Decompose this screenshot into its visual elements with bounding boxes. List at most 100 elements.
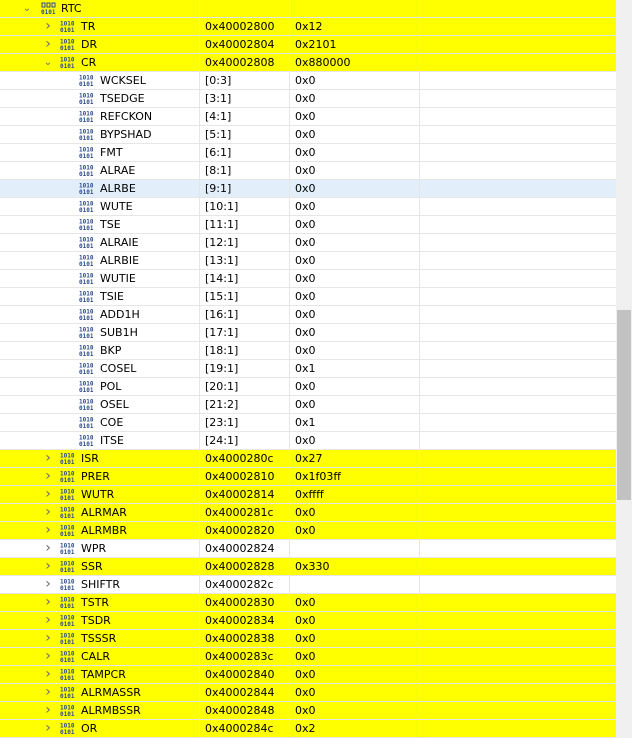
vertical-scrollbar[interactable] <box>616 0 632 738</box>
field-row[interactable]: 1010 0101 TSIE [15:1] 0x0 <box>0 288 616 306</box>
field-row[interactable]: 1010 0101 POL [20:1] 0x0 <box>0 378 616 396</box>
register-row[interactable]: ⌄ 1010 0101 CR 0x40002808 0x880000 <box>0 54 616 72</box>
register-row[interactable]: › 1010 0101 ALRMAR 0x4000281c 0x0 <box>0 504 616 522</box>
value-cell[interactable]: 0x0 <box>290 198 420 215</box>
value-cell[interactable]: 0x0 <box>290 648 420 665</box>
value-cell[interactable]: 0x0 <box>290 324 420 341</box>
field-row[interactable]: 1010 0101 SUB1H [17:1] 0x0 <box>0 324 616 342</box>
field-row[interactable]: 1010 0101 OSEL [21:2] 0x0 <box>0 396 616 414</box>
register-row[interactable]: › 1010 0101 ALRMBR 0x40002820 0x0 <box>0 522 616 540</box>
value-cell[interactable]: 0x0 <box>290 612 420 629</box>
tree-row-root[interactable]: ⌄ 0101 RTC <box>0 0 616 18</box>
value-cell[interactable]: 0x2101 <box>290 36 420 53</box>
register-row[interactable]: › 1010 0101 TR 0x40002800 0x12 <box>0 18 616 36</box>
value-cell[interactable]: 0x2 <box>290 720 420 737</box>
value-cell[interactable]: 0x27 <box>290 450 420 467</box>
register-row[interactable]: › 1010 0101 TSDR 0x40002834 0x0 <box>0 612 616 630</box>
value-cell[interactable]: 0x1 <box>290 414 420 431</box>
value-cell[interactable] <box>290 576 420 593</box>
value-cell[interactable]: 0xffff <box>290 486 420 503</box>
field-row[interactable]: 1010 0101 ALRBE [9:1] 0x0 <box>0 180 616 198</box>
value-cell[interactable]: 0x0 <box>290 702 420 719</box>
chevron-down-icon[interactable]: ⌄ <box>22 0 32 17</box>
value-cell[interactable]: 0x880000 <box>290 54 420 71</box>
register-row[interactable]: › 1010 0101 SSR 0x40002828 0x330 <box>0 558 616 576</box>
chevron-right-icon[interactable]: › <box>43 504 53 521</box>
field-row[interactable]: 1010 0101 ALRBIE [13:1] 0x0 <box>0 252 616 270</box>
chevron-right-icon[interactable]: › <box>43 558 53 575</box>
value-cell[interactable]: 0x0 <box>290 108 420 125</box>
value-cell[interactable]: 0x0 <box>290 216 420 233</box>
value-cell[interactable]: 0x0 <box>290 288 420 305</box>
chevron-right-icon[interactable]: › <box>43 720 53 737</box>
value-cell[interactable]: 0x12 <box>290 18 420 35</box>
value-cell[interactable]: 0x0 <box>290 234 420 251</box>
chevron-right-icon[interactable]: › <box>43 540 53 557</box>
field-row[interactable]: 1010 0101 WUTE [10:1] 0x0 <box>0 198 616 216</box>
register-row[interactable]: › 1010 0101 WUTR 0x40002814 0xffff <box>0 486 616 504</box>
field-row[interactable]: 1010 0101 WUTIE [14:1] 0x0 <box>0 270 616 288</box>
register-row[interactable]: › 1010 0101 ALRMBSSR 0x40002848 0x0 <box>0 702 616 720</box>
chevron-right-icon[interactable]: › <box>43 630 53 647</box>
field-row[interactable]: 1010 0101 TSEDGE [3:1] 0x0 <box>0 90 616 108</box>
value-cell[interactable]: 0x0 <box>290 630 420 647</box>
chevron-right-icon[interactable]: › <box>43 36 53 53</box>
register-row[interactable]: › 1010 0101 DR 0x40002804 0x2101 <box>0 36 616 54</box>
value-cell[interactable]: 0x0 <box>290 162 420 179</box>
field-row[interactable]: 1010 0101 WCKSEL [0:3] 0x0 <box>0 72 616 90</box>
field-row[interactable]: 1010 0101 ITSE [24:1] 0x0 <box>0 432 616 450</box>
value-cell[interactable]: 0x0 <box>290 684 420 701</box>
register-row[interactable]: › 1010 0101 TSTR 0x40002830 0x0 <box>0 594 616 612</box>
chevron-right-icon[interactable]: › <box>43 648 53 665</box>
field-row[interactable]: 1010 0101 COSEL [19:1] 0x1 <box>0 360 616 378</box>
register-row[interactable]: › 1010 0101 ALRMASSR 0x40002844 0x0 <box>0 684 616 702</box>
field-row[interactable]: 1010 0101 ADD1H [16:1] 0x0 <box>0 306 616 324</box>
chevron-right-icon[interactable]: › <box>43 18 53 35</box>
field-row[interactable]: 1010 0101 BKP [18:1] 0x0 <box>0 342 616 360</box>
register-row[interactable]: › 1010 0101 TAMPCR 0x40002840 0x0 <box>0 666 616 684</box>
chevron-right-icon[interactable]: › <box>43 522 53 539</box>
field-row[interactable]: 1010 0101 COE [23:1] 0x1 <box>0 414 616 432</box>
register-row[interactable]: › 1010 0101 TSSSR 0x40002838 0x0 <box>0 630 616 648</box>
value-cell[interactable]: 0x0 <box>290 72 420 89</box>
chevron-right-icon[interactable]: › <box>43 702 53 719</box>
value-cell[interactable]: 0x0 <box>290 378 420 395</box>
chevron-right-icon[interactable]: › <box>43 468 53 485</box>
chevron-right-icon[interactable]: › <box>43 684 53 701</box>
value-cell[interactable]: 0x1f03ff <box>290 468 420 485</box>
field-row[interactable]: 1010 0101 BYPSHAD [5:1] 0x0 <box>0 126 616 144</box>
value-cell[interactable]: 0x0 <box>290 432 420 449</box>
value-cell[interactable]: 0x1 <box>290 360 420 377</box>
value-cell[interactable]: 0x0 <box>290 594 420 611</box>
value-cell[interactable]: 0x0 <box>290 342 420 359</box>
register-row[interactable]: › 1010 0101 PRER 0x40002810 0x1f03ff <box>0 468 616 486</box>
value-cell[interactable]: 0x0 <box>290 126 420 143</box>
value-cell[interactable]: 0x0 <box>290 270 420 287</box>
register-row[interactable]: › 1010 0101 OR 0x4000284c 0x2 <box>0 720 616 738</box>
value-cell[interactable]: 0x0 <box>290 144 420 161</box>
chevron-right-icon[interactable]: › <box>43 666 53 683</box>
chevron-right-icon[interactable]: › <box>43 576 53 593</box>
value-cell[interactable]: 0x0 <box>290 666 420 683</box>
register-row[interactable]: › 1010 0101 WPR 0x40002824 <box>0 540 616 558</box>
scrollbar-thumb[interactable] <box>617 310 631 500</box>
value-cell[interactable]: 0x0 <box>290 180 420 197</box>
register-row[interactable]: › 1010 0101 CALR 0x4000283c 0x0 <box>0 648 616 666</box>
value-cell[interactable]: 0x0 <box>290 504 420 521</box>
chevron-down-icon[interactable]: ⌄ <box>43 54 53 71</box>
register-row[interactable]: › 1010 0101 SHIFTR 0x4000282c <box>0 576 616 594</box>
value-cell[interactable] <box>290 540 420 557</box>
value-cell[interactable]: 0x0 <box>290 90 420 107</box>
value-cell[interactable]: 0x0 <box>290 522 420 539</box>
value-cell[interactable]: 0x330 <box>290 558 420 575</box>
field-row[interactable]: 1010 0101 TSE [11:1] 0x0 <box>0 216 616 234</box>
chevron-right-icon[interactable]: › <box>43 612 53 629</box>
value-cell[interactable]: 0x0 <box>290 396 420 413</box>
register-row[interactable]: › 1010 0101 ISR 0x4000280c 0x27 <box>0 450 616 468</box>
value-cell[interactable]: 0x0 <box>290 252 420 269</box>
field-row[interactable]: 1010 0101 REFCKON [4:1] 0x0 <box>0 108 616 126</box>
chevron-right-icon[interactable]: › <box>43 450 53 467</box>
chevron-right-icon[interactable]: › <box>43 486 53 503</box>
field-row[interactable]: 1010 0101 FMT [6:1] 0x0 <box>0 144 616 162</box>
field-row[interactable]: 1010 0101 ALRAIE [12:1] 0x0 <box>0 234 616 252</box>
